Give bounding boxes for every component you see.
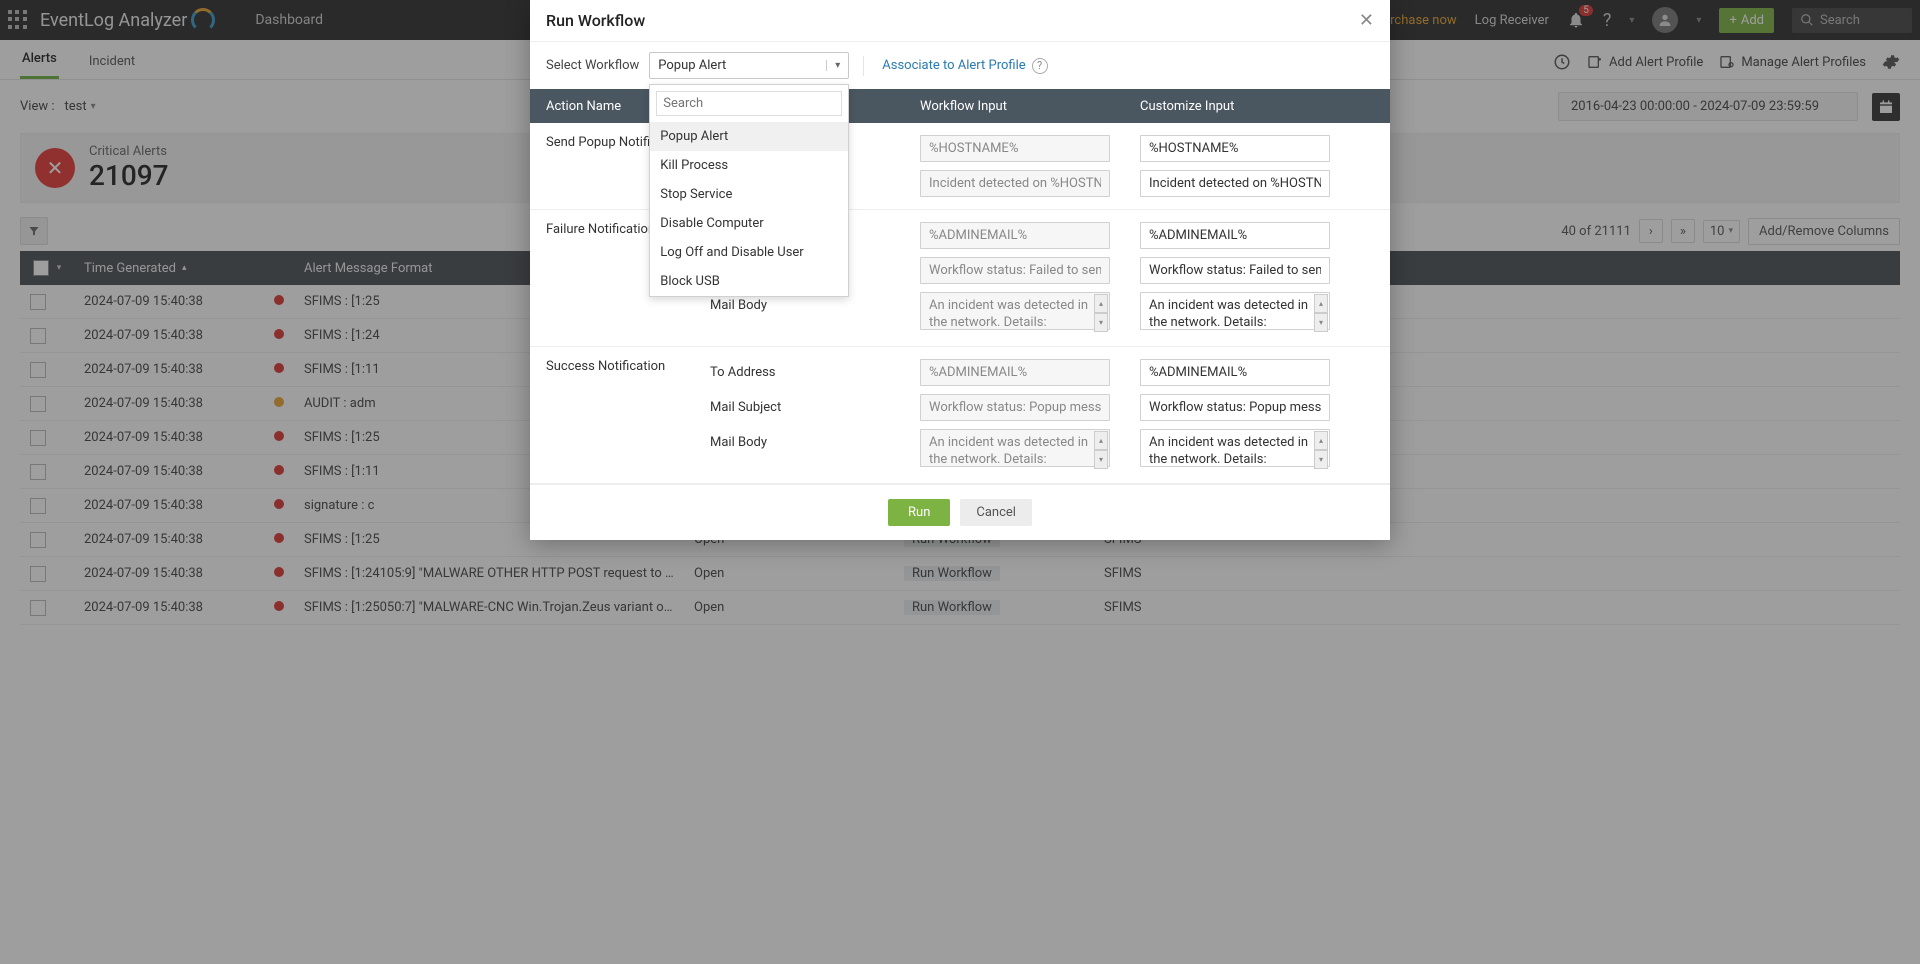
workflow-input-field xyxy=(920,222,1110,249)
customize-input-field[interactable] xyxy=(1140,170,1330,197)
modal-overlay: Run Workflow ✕ Select Workflow Popup Ale… xyxy=(0,0,1920,964)
variable-name: Mail Subject xyxy=(710,394,920,415)
customize-input-field[interactable] xyxy=(1140,394,1330,421)
workflow-dropdown[interactable]: Popup Alert ▾ Popup AlertKill ProcessSto… xyxy=(649,52,849,79)
customize-input-field[interactable] xyxy=(1140,135,1330,162)
help-circle-icon: ? xyxy=(1032,58,1048,74)
workflow-dropdown-list: Popup AlertKill ProcessStop ServiceDisab… xyxy=(649,84,849,297)
customize-input-textarea[interactable]: An incident was detected in the network.… xyxy=(1140,292,1330,330)
spinner-up-icon[interactable]: ▴ xyxy=(1314,294,1328,313)
chevron-down-icon: ▾ xyxy=(826,60,840,71)
workflow-input-field xyxy=(920,170,1110,197)
workflow-option[interactable]: Disable Computer xyxy=(650,209,848,238)
spinner-up-icon[interactable]: ▴ xyxy=(1314,431,1328,450)
spinner-up-icon[interactable]: ▴ xyxy=(1094,431,1108,450)
run-workflow-modal: Run Workflow ✕ Select Workflow Popup Ale… xyxy=(530,0,1390,540)
workflow-input-field xyxy=(920,359,1110,386)
select-workflow-label: Select Workflow xyxy=(546,58,639,73)
workflow-option[interactable]: Log Off and Disable User xyxy=(650,238,848,267)
workflow-input-textarea: An incident was detected in the network.… xyxy=(920,429,1110,467)
modal-close-icon[interactable]: ✕ xyxy=(1359,10,1374,31)
cancel-button[interactable]: Cancel xyxy=(960,499,1032,526)
modal-title: Run Workflow xyxy=(546,11,645,30)
workflow-input-textarea: An incident was detected in the network.… xyxy=(920,292,1110,330)
customize-input-field[interactable] xyxy=(1140,222,1330,249)
spinner-up-icon[interactable]: ▴ xyxy=(1094,294,1108,313)
workflow-input-field xyxy=(920,135,1110,162)
workflow-input-field xyxy=(920,257,1110,284)
workflow-search-input[interactable] xyxy=(656,91,842,116)
associate-alert-profile-link[interactable]: Associate to Alert Profile ? xyxy=(882,58,1047,74)
spinner-down-icon[interactable]: ▾ xyxy=(1094,313,1108,332)
variable-name: To Address xyxy=(710,359,920,380)
spinner-down-icon[interactable]: ▾ xyxy=(1314,313,1328,332)
workflow-option[interactable]: Kill Process xyxy=(650,151,848,180)
customize-input-textarea[interactable]: An incident was detected in the network.… xyxy=(1140,429,1330,467)
workflow-option[interactable]: Stop Service xyxy=(650,180,848,209)
customize-input-field[interactable] xyxy=(1140,359,1330,386)
customize-input-field[interactable] xyxy=(1140,257,1330,284)
spinner-down-icon[interactable]: ▾ xyxy=(1314,450,1328,469)
spinner-down-icon[interactable]: ▾ xyxy=(1094,450,1108,469)
workflow-option[interactable]: Block USB xyxy=(650,267,848,296)
workflow-option[interactable]: Popup Alert xyxy=(650,122,848,151)
variable-name: Mail Body xyxy=(710,429,920,450)
action-name: Success Notification xyxy=(530,359,710,374)
workflow-input-field xyxy=(920,394,1110,421)
run-button[interactable]: Run xyxy=(888,499,950,526)
